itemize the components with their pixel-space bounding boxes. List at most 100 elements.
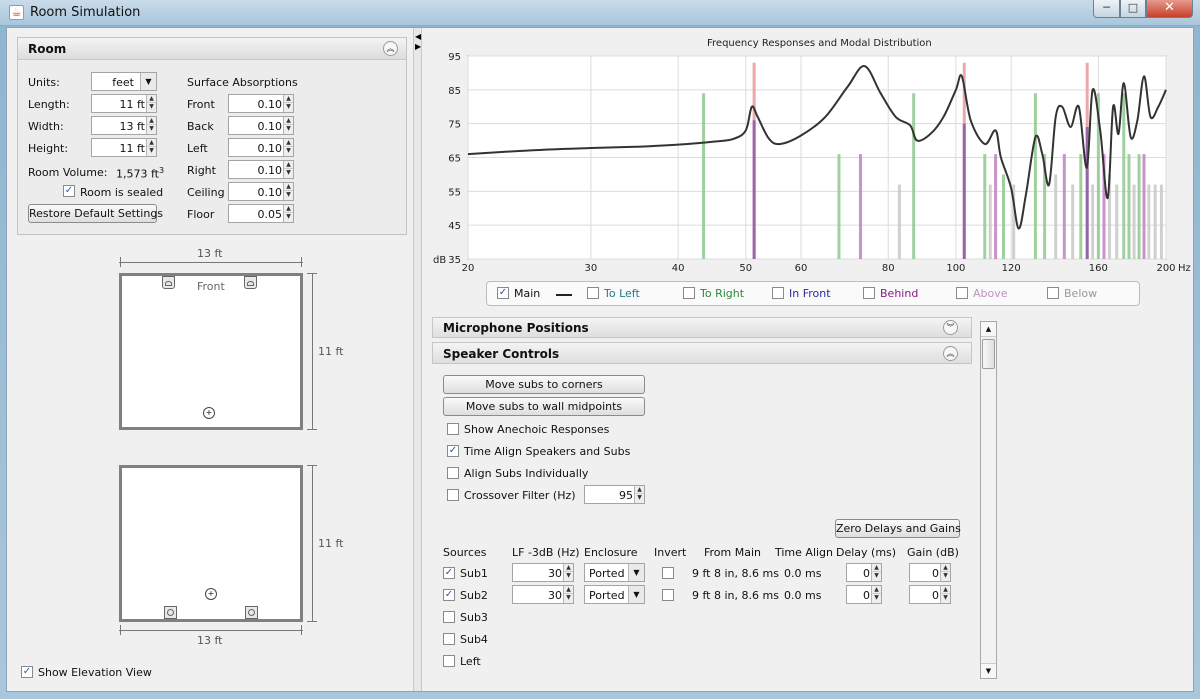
spin-down-icon[interactable]: ▼ — [941, 594, 950, 602]
sub1-enable-checkbox[interactable]: ✓ — [443, 567, 455, 579]
absorption-floor-spinner[interactable]: 0.05 ▲ ▼ — [228, 204, 294, 223]
sub1-lf-spinner[interactable]: 30 ▲ ▼ — [512, 563, 574, 582]
legend-below-checkbox[interactable] — [1047, 287, 1059, 299]
time-align-checkbox[interactable]: ✓ — [447, 445, 459, 457]
sub2-invert-checkbox[interactable] — [662, 589, 674, 601]
spin-down-icon[interactable]: ▼ — [872, 594, 881, 602]
spin-up-icon[interactable]: ▲ — [941, 564, 950, 572]
spin-up-icon[interactable]: ▲ — [872, 564, 881, 572]
chevron-down-icon[interactable]: ▼ — [628, 564, 644, 581]
legend-to-left-checkbox[interactable] — [587, 287, 599, 299]
zero-delays-gains-button[interactable]: Zero Delays and Gains — [835, 519, 961, 538]
move-subs-midpoints-button[interactable]: Move subs to wall midpoints — [443, 397, 645, 416]
spin-up-icon[interactable]: ▲ — [284, 205, 293, 213]
spin-down-icon[interactable]: ▼ — [941, 572, 950, 580]
sub2-gain-spinner[interactable]: 0 ▲ ▼ — [909, 585, 951, 604]
accordion-scrollbar[interactable]: ▲ ▼ — [980, 321, 997, 679]
sub4-enable-checkbox[interactable] — [443, 633, 455, 645]
maximize-button[interactable]: □ — [1120, 0, 1146, 18]
sub3-enable-checkbox[interactable] — [443, 611, 455, 623]
collapse-left-icon[interactable]: ◀ — [415, 33, 421, 41]
close-button[interactable]: ✕ — [1146, 0, 1193, 18]
legend-in-front-checkbox[interactable] — [772, 287, 784, 299]
spin-up-icon[interactable]: ▲ — [564, 586, 573, 594]
minimize-button[interactable]: ─ — [1093, 0, 1120, 18]
spin-down-icon[interactable]: ▼ — [147, 147, 156, 155]
spin-down-icon[interactable]: ▼ — [284, 169, 293, 177]
absorption-left-spinner[interactable]: 0.10 ▲ ▼ — [228, 138, 294, 157]
front-left-speaker-icon[interactable] — [162, 276, 175, 289]
collapse-room-icon[interactable]: ︽ — [383, 41, 398, 56]
spin-up-icon[interactable]: ▲ — [284, 183, 293, 191]
sub2-delay-spinner[interactable]: 0 ▲ ▼ — [846, 585, 882, 604]
elevation-view[interactable]: + — [119, 465, 303, 622]
crossover-checkbox[interactable] — [447, 489, 459, 501]
spin-up-icon[interactable]: ▲ — [564, 564, 573, 572]
spin-down-icon[interactable]: ▼ — [284, 191, 293, 199]
front-right-speaker-icon[interactable] — [244, 276, 257, 289]
speaker-controls-header[interactable]: Speaker Controls ︽ — [432, 342, 972, 364]
spin-up-icon[interactable]: ▲ — [284, 117, 293, 125]
legend-to-right-checkbox[interactable] — [683, 287, 695, 299]
sub2-lf-spinner[interactable]: 30 ▲ ▼ — [512, 585, 574, 604]
spin-down-icon[interactable]: ▼ — [284, 147, 293, 155]
frequency-response-chart[interactable]: 20 30 40 50 60 80 100 120 160 200 35 45 55 65 75 85 95 dB… — [422, 48, 1194, 280]
chevron-down-icon[interactable]: ▼ — [628, 586, 644, 603]
sub2-enable-checkbox[interactable]: ✓ — [443, 589, 455, 601]
legend-main-checkbox[interactable]: ✓ — [497, 287, 509, 299]
scrollbar-thumb[interactable] — [982, 339, 995, 369]
spin-up-icon[interactable]: ▲ — [941, 586, 950, 594]
room-sealed-checkbox[interactable]: ✓ — [63, 185, 75, 197]
units-select[interactable]: feet ▼ — [91, 72, 157, 91]
split-pane-divider[interactable]: ◀ ▶ — [413, 28, 422, 691]
length-spinner[interactable]: 11 ft ▲ ▼ — [91, 94, 157, 113]
spin-up-icon[interactable]: ▲ — [147, 117, 156, 125]
expand-right-icon[interactable]: ▶ — [415, 43, 421, 51]
sub1-enclosure-select[interactable]: Ported ▼ — [584, 563, 645, 582]
absorption-back-spinner[interactable]: 0.10 ▲ ▼ — [228, 116, 294, 135]
show-elevation-checkbox[interactable]: ✓ — [21, 666, 33, 678]
spin-up-icon[interactable]: ▲ — [635, 486, 644, 494]
left-enable-checkbox[interactable] — [443, 655, 455, 667]
sub1-gain-spinner[interactable]: 0 ▲ ▼ — [909, 563, 951, 582]
spin-down-icon[interactable]: ▼ — [564, 594, 573, 602]
spin-up-icon[interactable]: ▲ — [147, 95, 156, 103]
room-panel-header[interactable]: Room ︽ — [18, 38, 406, 60]
restore-defaults-button[interactable]: Restore Default Settings — [28, 204, 163, 223]
spin-down-icon[interactable]: ▼ — [284, 213, 293, 221]
title-bar[interactable]: ☕ Room Simulation ─ □ ✕ — [0, 0, 1200, 26]
spin-down-icon[interactable]: ▼ — [872, 572, 881, 580]
sub1-invert-checkbox[interactable] — [662, 567, 674, 579]
microphone-icon[interactable]: + — [205, 588, 217, 600]
height-spinner[interactable]: 11 ft ▲ ▼ — [91, 138, 157, 157]
legend-above-checkbox[interactable] — [956, 287, 968, 299]
move-subs-corners-button[interactable]: Move subs to corners — [443, 375, 645, 394]
collapse-speaker-icon[interactable]: ︽ — [943, 346, 958, 361]
scroll-down-icon[interactable]: ▼ — [981, 663, 996, 678]
legend-behind-checkbox[interactable] — [863, 287, 875, 299]
align-individually-checkbox[interactable] — [447, 467, 459, 479]
expand-mic-icon[interactable]: ︾ — [943, 320, 958, 335]
show-anechoic-checkbox[interactable] — [447, 423, 459, 435]
spin-down-icon[interactable]: ▼ — [284, 125, 293, 133]
spin-down-icon[interactable]: ▼ — [147, 103, 156, 111]
sub2-enclosure-select[interactable]: Ported ▼ — [584, 585, 645, 604]
absorption-front-spinner[interactable]: 0.10 ▲ ▼ — [228, 94, 294, 113]
absorption-right-spinner[interactable]: 0.10 ▲ ▼ — [228, 160, 294, 179]
spin-up-icon[interactable]: ▲ — [284, 95, 293, 103]
spin-down-icon[interactable]: ▼ — [564, 572, 573, 580]
spin-down-icon[interactable]: ▼ — [284, 103, 293, 111]
spin-up-icon[interactable]: ▲ — [147, 139, 156, 147]
microphone-positions-header[interactable]: Microphone Positions ︾ — [432, 317, 972, 338]
spin-down-icon[interactable]: ▼ — [147, 125, 156, 133]
spin-up-icon[interactable]: ▲ — [284, 139, 293, 147]
sub1-speaker-icon[interactable] — [164, 606, 177, 619]
plan-view[interactable]: Front + — [119, 273, 303, 430]
sub2-speaker-icon[interactable] — [245, 606, 258, 619]
width-spinner[interactable]: 13 ft ▲ ▼ — [91, 116, 157, 135]
crossover-spinner[interactable]: 95 ▲ ▼ — [584, 485, 645, 504]
absorption-ceiling-spinner[interactable]: 0.10 ▲ ▼ — [228, 182, 294, 201]
spin-up-icon[interactable]: ▲ — [284, 161, 293, 169]
chevron-down-icon[interactable]: ▼ — [140, 73, 156, 90]
sub1-delay-spinner[interactable]: 0 ▲ ▼ — [846, 563, 882, 582]
